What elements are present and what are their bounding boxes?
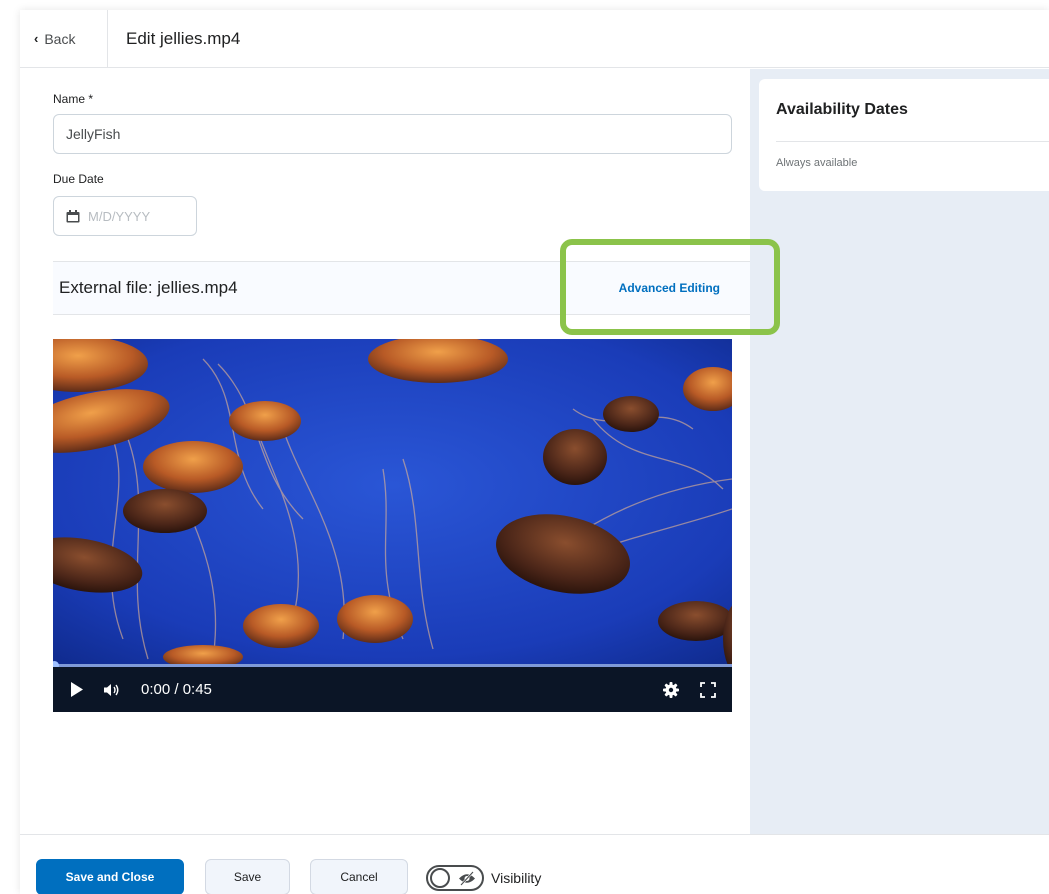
external-file-bar: External file: jellies.mp4 Advanced Edit…	[53, 261, 750, 315]
back-label: Back	[44, 30, 76, 47]
edit-page: ‹ Back Edit jellies.mp4 Name * Due Date …	[20, 9, 1049, 894]
calendar-icon	[66, 209, 80, 222]
back-button[interactable]: ‹ Back	[20, 9, 108, 68]
save-button[interactable]: Save	[205, 859, 290, 894]
video-time: 0:00 / 0:45	[141, 681, 212, 698]
footer-bar: Save and Close Save Cancel Visibility	[20, 834, 1049, 894]
gear-icon	[663, 681, 679, 698]
toggle-knob	[430, 868, 450, 888]
visibility-label: Visibility	[491, 870, 542, 886]
due-date-label: Due Date	[53, 172, 104, 186]
side-panel: Availability Dates Always available	[750, 69, 1049, 834]
due-date-placeholder: M/D/YYYY	[88, 208, 151, 224]
page-header: ‹ Back Edit jellies.mp4	[20, 9, 1049, 68]
cancel-button[interactable]: Cancel	[310, 859, 408, 894]
volume-icon	[104, 683, 119, 696]
name-input[interactable]	[53, 114, 732, 154]
availability-title: Availability Dates	[776, 101, 908, 118]
video-controls: 0:00 / 0:45	[53, 667, 732, 712]
name-label: Name *	[53, 92, 94, 106]
visibility-toggle[interactable]	[426, 865, 484, 891]
advanced-editing-link[interactable]: Advanced Editing	[619, 281, 720, 295]
fullscreen-button[interactable]	[688, 667, 728, 712]
availability-status: Always available	[776, 157, 858, 169]
due-date-input[interactable]: M/D/YYYY	[53, 196, 197, 236]
play-button[interactable]	[57, 667, 97, 712]
video-player[interactable]: 0:00 / 0:45	[53, 339, 732, 712]
chevron-left-icon: ‹	[34, 31, 39, 46]
play-icon	[71, 682, 83, 697]
eye-off-icon	[459, 871, 475, 886]
main-form: Name * Due Date M/D/YYYY External file: …	[20, 69, 750, 834]
availability-divider	[776, 141, 1049, 142]
page-title: Edit jellies.mp4	[126, 28, 241, 48]
settings-button[interactable]	[654, 667, 688, 712]
external-file-title: External file: jellies.mp4	[59, 278, 238, 297]
availability-card[interactable]: Availability Dates Always available	[759, 79, 1049, 191]
fullscreen-icon	[700, 681, 716, 698]
volume-button[interactable]	[97, 667, 127, 712]
save-and-close-button[interactable]: Save and Close	[36, 859, 184, 894]
video-frame	[53, 339, 732, 664]
